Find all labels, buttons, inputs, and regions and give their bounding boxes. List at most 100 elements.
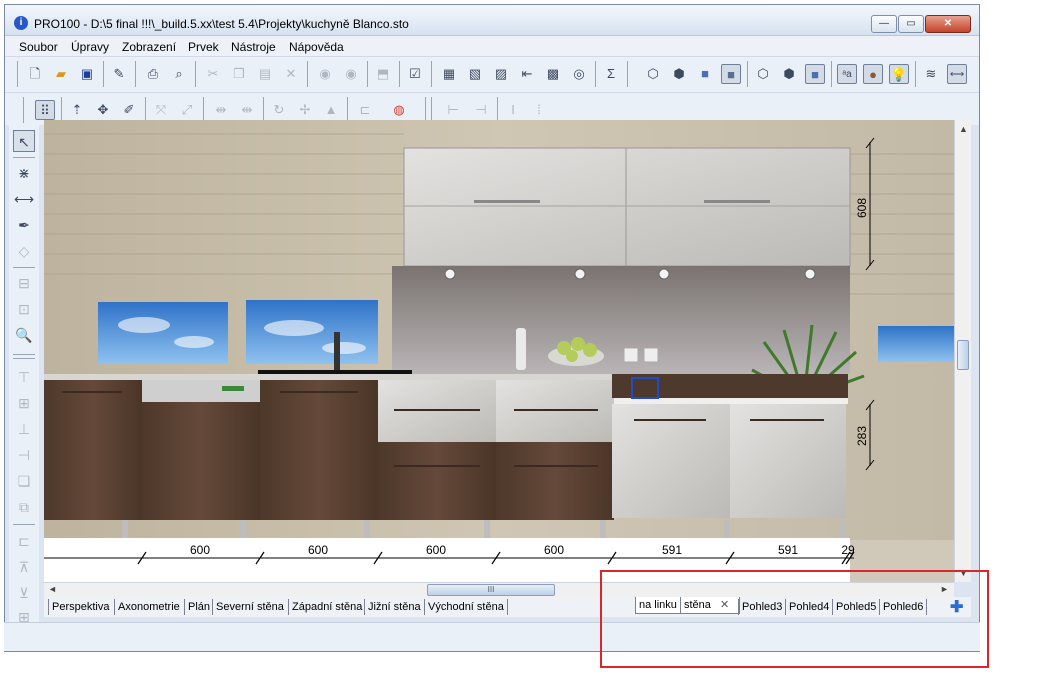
menu-upravy[interactable]: Úpravy <box>71 40 109 54</box>
scale-icon[interactable]: ⤢ <box>177 100 197 120</box>
print-icon[interactable]: ⎙ <box>143 64 163 84</box>
materials-icon[interactable]: ● <box>863 64 883 84</box>
tab-axonometrie[interactable]: Axonometrie <box>114 599 183 615</box>
window-title: PRO100 - D:\5 final !!!\_build.5.xx\test… <box>34 17 409 31</box>
print-preview-icon[interactable]: ⌕ <box>169 64 189 84</box>
align-right-icon[interactable]: ⇹ <box>237 100 257 120</box>
maximize-button[interactable]: ▭ <box>898 15 924 33</box>
undo-icon[interactable]: ◉ <box>315 64 335 84</box>
copy-icon[interactable]: ❐ <box>229 64 249 84</box>
wireframe-view-icon[interactable]: ⬡ <box>643 64 663 84</box>
group-icon[interactable]: ⊏ <box>355 100 375 120</box>
copy-element-icon[interactable]: ⧉ <box>13 496 35 518</box>
redo-icon[interactable]: ◉ <box>341 64 361 84</box>
new-file-icon[interactable]: 🗋 <box>25 64 45 84</box>
dimension-horizontal-icon[interactable]: ⊢ <box>443 100 463 120</box>
light-bulb-icon[interactable]: 💡 <box>889 64 909 84</box>
curtain-icon[interactable]: ≋ <box>921 64 941 84</box>
select-arrow-icon[interactable]: ↖ <box>13 130 35 152</box>
align-left-icon[interactable]: ⇹ <box>211 100 231 120</box>
left-toolbar: ↖ ⋇ ⟷ ✒ ◇ ⊟ ⊡ 🔍 ⊤ ⊞ ⊥ ⊣ ❏ ⧉ ⊏ ⊼ ⊻ ⊞ <box>9 124 39 625</box>
delete-icon[interactable]: ✕ <box>281 64 301 84</box>
align-edge-icon[interactable]: ⊏ <box>13 530 35 552</box>
tab-jizni-stena[interactable]: Jižní stěna <box>364 599 424 615</box>
vertical-scrollbar[interactable]: ▲ ▼ <box>954 120 971 582</box>
dimension-chain-icon[interactable]: ⊣ <box>471 100 491 120</box>
snap-grid-icon[interactable]: ⠿ <box>35 100 55 120</box>
measure-icon[interactable]: ⟷ <box>13 188 35 210</box>
tab-zapadni-stena[interactable]: Západní stěna <box>288 599 365 615</box>
menu-nastroje[interactable]: Nástroje <box>231 40 276 54</box>
board-report-icon[interactable]: ⇤ <box>517 64 537 84</box>
title-bar: i PRO100 - D:\5 final !!!\_build.5.xx\te… <box>5 5 979 36</box>
lifebuoy-icon[interactable]: ◍ <box>389 100 409 120</box>
move-up-icon[interactable]: ⇡ <box>67 100 87 120</box>
box-solid-icon[interactable]: ■ <box>805 64 825 84</box>
menu-napoveda[interactable]: Nápověda <box>289 40 344 54</box>
stack-icon[interactable]: ❏ <box>13 470 35 492</box>
design-viewport[interactable]: 600 600 600 600 591 591 29 608 283 <box>44 120 954 582</box>
move-axis-icon[interactable]: ✥ <box>93 100 113 120</box>
resize-icon[interactable]: ⤧ <box>151 100 171 120</box>
horizontal-scroll-thumb[interactable]: III <box>427 584 555 596</box>
menu-prvek[interactable]: Prvek <box>188 40 219 54</box>
dimension-label: 591 <box>662 543 682 557</box>
dimension-label: 600 <box>308 543 328 557</box>
sum-icon[interactable]: Σ <box>601 64 621 84</box>
dimension-vertical-icon[interactable]: I <box>503 100 523 120</box>
dimension-label: 29 <box>841 543 855 557</box>
open-folder-icon[interactable]: ▰ <box>51 64 71 84</box>
move-icon[interactable]: ✢ <box>295 100 315 120</box>
vertical-scroll-thumb[interactable] <box>957 340 969 370</box>
mirror-icon[interactable]: ▲ <box>321 100 341 120</box>
shaded-view-icon[interactable]: ■ <box>695 64 715 84</box>
textured-view-icon[interactable]: ■ <box>721 64 741 84</box>
rotate-icon[interactable]: ↻ <box>269 100 289 120</box>
scissor-lift-icon[interactable]: ⋇ <box>13 162 35 184</box>
align-top-icon[interactable]: ⊤ <box>13 366 35 388</box>
cut-icon[interactable]: ✂ <box>203 64 223 84</box>
dimension-label: 600 <box>544 543 564 557</box>
tab-plan[interactable]: Plán <box>184 599 213 615</box>
eyedropper-icon[interactable]: ✒ <box>13 214 35 236</box>
box-hidden-lines-icon[interactable]: ⬢ <box>779 64 799 84</box>
dimension-vertical-chain-icon[interactable]: ⁞ <box>529 100 549 120</box>
menu-soubor[interactable]: Soubor <box>19 40 58 54</box>
edit-element-icon[interactable]: ⊡ <box>13 298 35 320</box>
tab-severni-stena[interactable]: Severní stěna <box>212 599 287 615</box>
align-center-icon[interactable]: ⊼ <box>13 556 35 578</box>
distribute-icon[interactable]: ⊣ <box>13 444 35 466</box>
cut-list-icon[interactable]: ▨ <box>491 64 511 84</box>
main-toolbar: 🗋 ▰ ▣ ✎ ⎙ ⌕ ✂ ❐ ▤ ✕ ◉ ◉ ⬒ ☑ ▦ ▧ ▨ ⇤ ▩ ◎ … <box>5 56 979 92</box>
box-outline-icon[interactable]: ⬡ <box>753 64 773 84</box>
checklist-icon[interactable]: ☑ <box>405 64 425 84</box>
dimension-object-icon[interactable]: ⊟ <box>13 272 35 294</box>
dimension-label: 600 <box>190 543 210 557</box>
edge-report-icon[interactable]: ▩ <box>543 64 563 84</box>
properties-icon[interactable]: ✎ <box>109 64 129 84</box>
align-bottom-icon[interactable]: ⊥ <box>13 418 35 440</box>
scroll-up-icon[interactable]: ▲ <box>959 124 968 134</box>
close-button[interactable]: ✕ <box>925 15 971 33</box>
draw-icon[interactable]: ✐ <box>119 100 139 120</box>
price-report-icon[interactable]: ◎ <box>569 64 589 84</box>
scroll-left-icon[interactable]: ◄ <box>48 584 57 594</box>
kitchen-render: 600 600 600 600 591 591 29 608 283 <box>44 120 954 582</box>
save-icon[interactable]: ▣ <box>77 64 97 84</box>
material-icon[interactable]: ◇ <box>13 240 35 262</box>
align-middle-icon[interactable]: ⊞ <box>13 392 35 414</box>
align-base-icon[interactable]: ⊻ <box>13 582 35 604</box>
menu-zobrazeni[interactable]: Zobrazení <box>122 40 176 54</box>
zoom-icon[interactable]: 🔍 <box>13 324 35 346</box>
text-labels-icon[interactable]: ᵃa <box>837 64 857 84</box>
report-search-icon[interactable]: ▧ <box>465 64 485 84</box>
paste-icon[interactable]: ▤ <box>255 64 275 84</box>
menu-bar: Soubor Úpravy Zobrazení Prvek Nástroje N… <box>5 36 979 56</box>
dimension-toggle-icon[interactable]: ⟷ <box>947 64 967 84</box>
tab-vychodni-stena[interactable]: Východní stěna <box>424 599 508 615</box>
tab-perspektiva[interactable]: Perspektiva <box>48 599 112 615</box>
list-report-icon[interactable]: ▦ <box>439 64 459 84</box>
minimize-button[interactable]: — <box>871 15 897 33</box>
catalog-icon[interactable]: ⬒ <box>373 64 393 84</box>
outline-view-icon[interactable]: ⬢ <box>669 64 689 84</box>
